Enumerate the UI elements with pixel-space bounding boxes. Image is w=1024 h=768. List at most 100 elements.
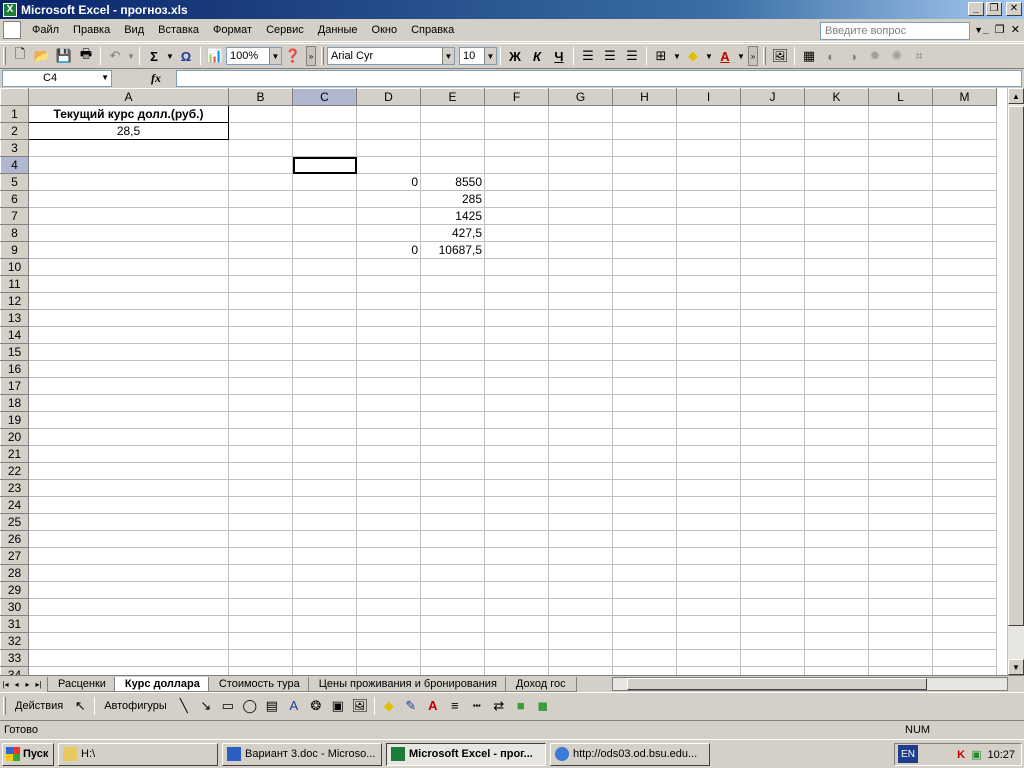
cell-g2[interactable] [548,122,613,140]
cell-j1[interactable] [740,105,805,123]
cell-j22[interactable] [740,462,805,480]
cell-c8[interactable] [292,224,357,242]
cell-h29[interactable] [612,581,677,599]
cell-m28[interactable] [932,564,997,582]
dash-style-icon[interactable]: ┅ [466,695,488,717]
cell-i12[interactable] [676,292,741,310]
column-header-j[interactable]: J [740,88,805,106]
cell-g23[interactable] [548,479,613,497]
cell-f8[interactable] [484,224,549,242]
cell-i19[interactable] [676,411,741,429]
cell-a3[interactable] [28,139,229,157]
cell-b26[interactable] [228,530,293,548]
cell-d18[interactable] [356,394,421,412]
row-header[interactable]: 1 [0,105,29,123]
cell-h27[interactable] [612,547,677,565]
cell-b23[interactable] [228,479,293,497]
cell-h7[interactable] [612,207,677,225]
select-objects-icon[interactable]: ↖ [69,695,91,717]
cell-k27[interactable] [804,547,869,565]
cell-k4[interactable] [804,156,869,174]
brightness-down-icon[interactable]: ✺ [886,45,908,67]
cell-h1[interactable] [612,105,677,123]
cell-j13[interactable] [740,309,805,327]
cell-a1[interactable]: Текущий курс долл.(руб.) [28,105,229,123]
cell-m2[interactable] [932,122,997,140]
toolbar-options-icon[interactable]: » [306,46,316,66]
draw-actions-button[interactable]: Действия [9,700,69,712]
cell-a8[interactable] [28,224,229,242]
taskbar-button-word[interactable]: Вариант 3.doc - Microso... [222,742,382,766]
cell-k16[interactable] [804,360,869,378]
row-header[interactable]: 30 [0,598,29,616]
cell-l6[interactable] [868,190,933,208]
cell-f21[interactable] [484,445,549,463]
cell-h31[interactable] [612,615,677,633]
cell-j19[interactable] [740,411,805,429]
cell-f23[interactable] [484,479,549,497]
cell-a14[interactable] [28,326,229,344]
toolbar-grip[interactable] [3,696,6,715]
cell-c30[interactable] [292,598,357,616]
column-header-b[interactable]: B [228,88,293,106]
cell-g21[interactable] [548,445,613,463]
cell-k22[interactable] [804,462,869,480]
cell-g6[interactable] [548,190,613,208]
cell-b21[interactable] [228,445,293,463]
cell-h18[interactable] [612,394,677,412]
cell-b28[interactable] [228,564,293,582]
cell-a19[interactable] [28,411,229,429]
cell-k2[interactable] [804,122,869,140]
crop-icon[interactable]: ⌗ [908,45,930,67]
cell-f31[interactable] [484,615,549,633]
align-left-icon[interactable]: ☰ [577,45,599,67]
cell-l31[interactable] [868,615,933,633]
cell-h3[interactable] [612,139,677,157]
cell-j14[interactable] [740,326,805,344]
cell-c7[interactable] [292,207,357,225]
row-header[interactable]: 23 [0,479,29,497]
cell-b12[interactable] [228,292,293,310]
cell-f18[interactable] [484,394,549,412]
cell-h16[interactable] [612,360,677,378]
cell-c14[interactable] [292,326,357,344]
cell-d10[interactable] [356,258,421,276]
cell-f14[interactable] [484,326,549,344]
cell-f15[interactable] [484,343,549,361]
cell-m17[interactable] [932,377,997,395]
cell-g14[interactable] [548,326,613,344]
autoshapes-button[interactable]: Автофигуры [98,700,173,712]
cell-j7[interactable] [740,207,805,225]
cell-i16[interactable] [676,360,741,378]
cell-m34[interactable] [932,666,997,675]
cell-j8[interactable] [740,224,805,242]
cell-e33[interactable] [420,649,485,667]
cell-e24[interactable] [420,496,485,514]
cell-e25[interactable] [420,513,485,531]
ask-question-input[interactable]: Введите вопрос ▼ [820,22,983,40]
cell-i2[interactable] [676,122,741,140]
cell-d19[interactable] [356,411,421,429]
cell-d21[interactable] [356,445,421,463]
cell-f16[interactable] [484,360,549,378]
cell-e2[interactable] [420,122,485,140]
cell-d11[interactable] [356,275,421,293]
cell-g12[interactable] [548,292,613,310]
cell-i32[interactable] [676,632,741,650]
taskbar-button-browser[interactable]: http://ods03.od.bsu.edu... [550,742,710,766]
cell-k14[interactable] [804,326,869,344]
font-color-icon[interactable]: A [714,45,736,67]
cell-a12[interactable] [28,292,229,310]
cell-a6[interactable] [28,190,229,208]
cell-j3[interactable] [740,139,805,157]
cell-f34[interactable] [484,666,549,675]
rectangle-icon[interactable]: ▭ [217,695,239,717]
insert-symbol-icon[interactable]: Ω [175,45,197,67]
cell-m6[interactable] [932,190,997,208]
cell-l13[interactable] [868,309,933,327]
cell-m26[interactable] [932,530,997,548]
cell-k25[interactable] [804,513,869,531]
cell-g29[interactable] [548,581,613,599]
cell-j15[interactable] [740,343,805,361]
font-color-dropdown-icon[interactable]: ▼ [736,45,746,67]
